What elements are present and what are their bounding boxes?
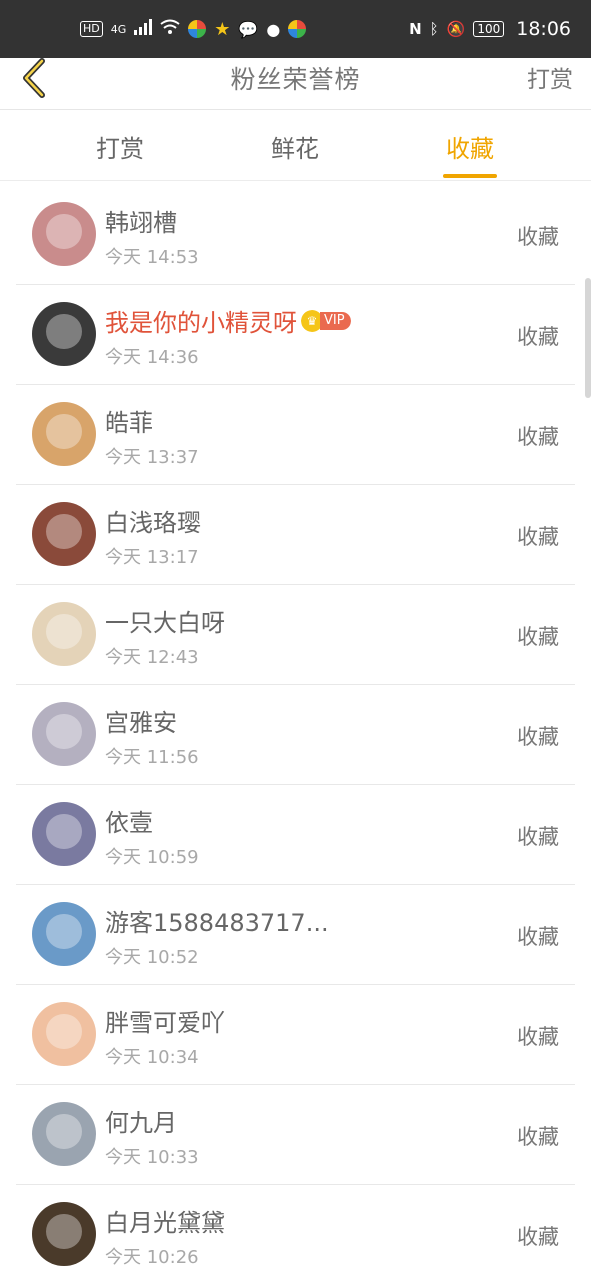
user-name-text: 依壹 [105,809,153,837]
user-name-text: 皓菲 [105,409,153,437]
avatar[interactable] [32,602,96,666]
hd-badge: HD [80,21,103,37]
timestamp: 今天 14:53 [105,247,199,268]
battery-icon: 100 [473,21,505,37]
user-name: 皓菲 [105,403,153,438]
vip-badge: ♛ VIP [301,309,351,332]
user-name: 一只大白呀 [105,603,225,638]
action-label: 收藏 [517,1025,559,1049]
wechat-icon: 💬 [238,19,259,39]
tab-label: 打赏 [96,135,144,163]
reward-button[interactable]: 打赏 [527,60,573,94]
action-label: 收藏 [517,925,559,949]
list-item[interactable]: 胖雪可爱吖今天 10:34 收藏 [16,985,575,1085]
clock: 18:06 [516,18,571,40]
user-name-text: 何九月 [105,1109,177,1137]
user-name: 依壹 [105,803,153,838]
timestamp: 今天 12:43 [105,647,199,668]
user-name-text: 韩翊槽 [105,209,177,237]
user-name-text: 白浅珞璎 [105,509,201,537]
timestamp: 今天 11:56 [105,747,199,768]
list-item[interactable]: 我是你的小精灵呀 ♛ VIP 今天 14:36 收藏 [16,285,575,385]
star-icon: ★ [214,18,231,40]
status-icons-right: N ᛒ 🔕 100 18:06 [409,18,571,40]
timestamp: 今天 10:34 [105,1047,199,1068]
list-item[interactable]: 一只大白呀今天 12:43 收藏 [16,585,575,685]
timestamp: 今天 10:33 [105,1147,199,1168]
wifi-icon [160,19,180,40]
app-header: 粉丝荣誉榜 打赏 [0,58,591,110]
app-notification-icon-2 [288,20,307,38]
user-name-text: 我是你的小精灵呀 [105,309,297,337]
user-name-text: 宫雅安 [105,709,177,737]
network-type: 4G [110,22,127,36]
signal-icon [134,18,153,40]
user-name: 胖雪可爱吖 [105,1003,225,1038]
list-item[interactable]: 皓菲今天 13:37 收藏 [16,385,575,485]
list-item[interactable]: 依壹今天 10:59 收藏 [16,785,575,885]
fan-list[interactable]: 韩翊槽 今天 14:53 收藏 我是你的小精灵呀 ♛ VIP 今天 14:36 收藏 皓菲 今天 … [0,185,591,1280]
tab-flowers[interactable]: 鲜花 [235,129,355,164]
app-notification-icon [188,20,207,38]
action-label: 收藏 [517,625,559,649]
tab-reward[interactable]: 打赏 [60,129,180,164]
list-item[interactable]: 韩翊槽今天 14:53 收藏 [16,185,575,285]
bluetooth-icon: ᛒ [429,20,439,38]
action-label: 收藏 [517,1125,559,1149]
status-bar: HD 4G ★ 💬 ● N ᛒ 🔕 100 18:06 [0,0,591,58]
user-name: 游客1588483717... [105,903,329,938]
timestamp: 今天 10:26 [105,1247,199,1268]
avatar[interactable] [32,302,96,366]
action-label: 收藏 [517,225,559,249]
user-name: 白月光黛黛 [105,1203,225,1238]
avatar[interactable] [32,502,96,566]
user-name-text: 游客1588483717... [105,909,329,937]
avatar[interactable] [32,1202,96,1266]
list-item[interactable]: 白浅珞璎今天 13:17 收藏 [16,485,575,585]
list-item[interactable]: 何九月今天 10:33 收藏 [16,1085,575,1185]
tab-label: 收藏 [446,135,494,163]
avatar[interactable] [32,402,96,466]
user-name: 何九月 [105,1103,177,1138]
user-name: 我是你的小精灵呀 ♛ VIP [105,303,351,338]
user-name: 韩翊槽 [105,203,177,238]
action-label: 收藏 [517,425,559,449]
list-item[interactable]: 白月光黛黛今天 10:26 收藏 [16,1185,575,1280]
avatar[interactable] [32,1102,96,1166]
user-name-text: 一只大白呀 [105,609,225,637]
action-label: 收藏 [517,325,559,349]
avatar[interactable] [32,902,96,966]
avatar[interactable] [32,202,96,266]
tab-bar: 打赏 鲜花 收藏 [0,111,591,181]
action-label: 收藏 [517,1225,559,1249]
user-name: 白浅珞璎 [105,503,201,538]
timestamp: 今天 14:36 [105,347,199,368]
avatar[interactable] [32,1002,96,1066]
user-name: 宫雅安 [105,703,177,738]
status-icons-left: HD 4G ★ 💬 ● [80,18,307,40]
action-label: 收藏 [517,725,559,749]
user-name-text: 胖雪可爱吖 [105,1009,225,1037]
timestamp: 今天 10:52 [105,947,199,968]
list-item[interactable]: 游客1588483717... 今天 10:52 收藏 [16,885,575,985]
list-item[interactable]: 宫雅安今天 11:56 收藏 [16,685,575,785]
page-title: 粉丝荣誉榜 [230,65,361,94]
vip-label: VIP [320,311,351,330]
tab-label: 鲜花 [271,135,319,163]
user-name-text: 白月光黛黛 [105,1209,225,1237]
action-label: 收藏 [517,525,559,549]
avatar[interactable] [32,802,96,866]
nfc-icon: N [409,20,422,38]
tab-favorites[interactable]: 收藏 [410,129,530,178]
timestamp: 今天 13:37 [105,447,199,468]
message-icon: ● [266,19,281,39]
mute-bell-icon: 🔕 [446,20,466,38]
timestamp: 今天 13:17 [105,547,199,568]
action-label: 收藏 [517,825,559,849]
tab-indicator [443,174,497,178]
timestamp: 今天 10:59 [105,847,199,868]
avatar[interactable] [32,702,96,766]
scrollbar[interactable] [585,278,591,398]
